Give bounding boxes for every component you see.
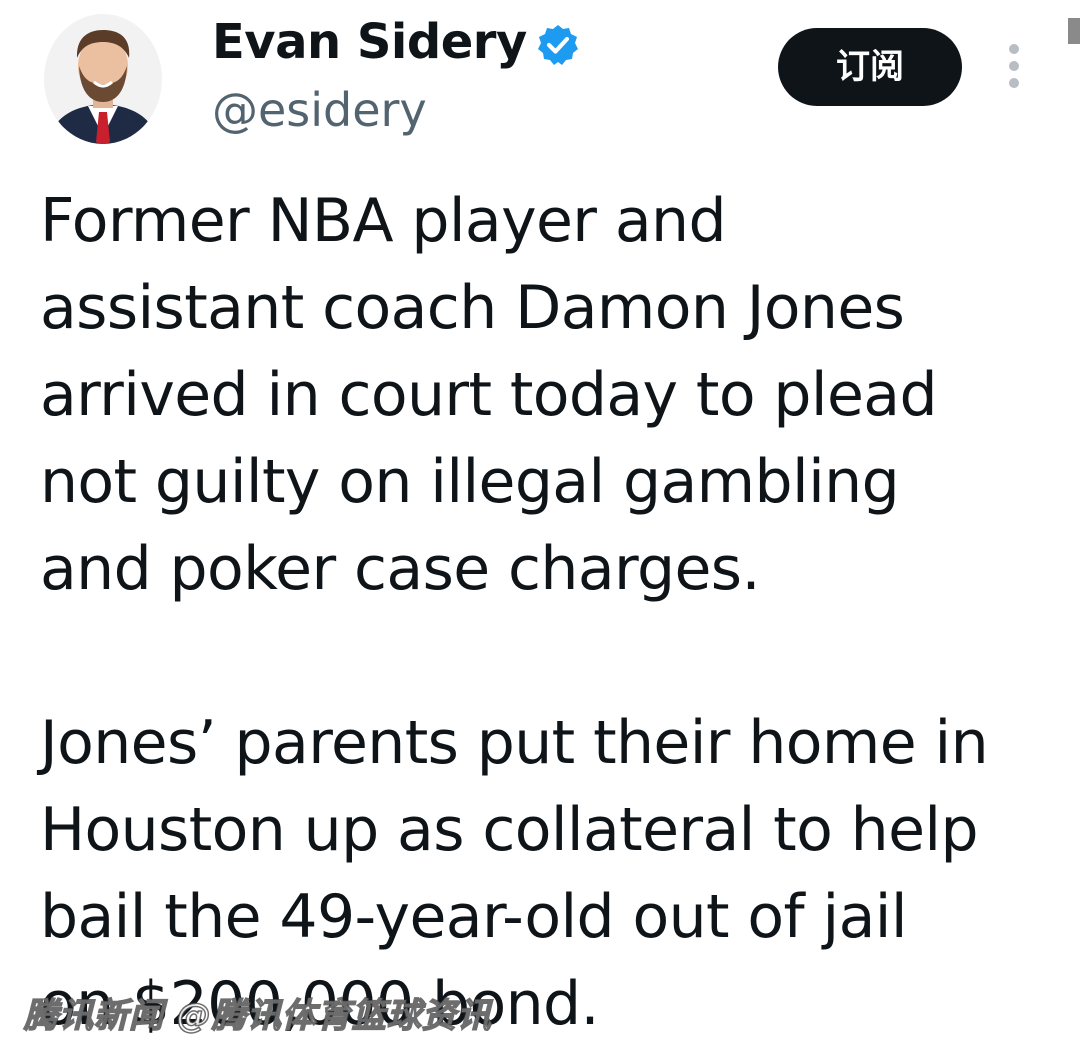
tweet-line: Houston up as collateral to help [40,795,979,865]
scroll-indicator [1068,18,1080,44]
avatar-photo [44,14,162,144]
subscribe-button[interactable]: 订阅 [778,28,962,106]
tweet-line: Former NBA player and [40,186,727,256]
more-vertical-icon[interactable] [996,40,1032,92]
tweet-line: bail the 49-year-old out of jail [40,882,907,952]
tweet-line: and poker case charges. [40,534,761,604]
tweet-line: not guilty on illegal gambling [40,447,900,517]
author-handle[interactable]: @esidery [212,80,427,140]
author-avatar[interactable] [44,14,162,144]
verified-badge-icon [536,23,580,67]
author-display-name[interactable]: Evan Sidery [212,12,527,72]
tweet-text: Former NBA player and assistant coach Da… [40,178,1070,1048]
tweet-line: assistant coach Damon Jones [40,273,905,343]
watermark: 腾讯新闻 @腾讯体育篮球资讯 [23,995,492,1037]
tweet-line: arrived in court today to plead [40,360,938,430]
tweet-line: Jones’ parents put their home in [40,708,989,778]
